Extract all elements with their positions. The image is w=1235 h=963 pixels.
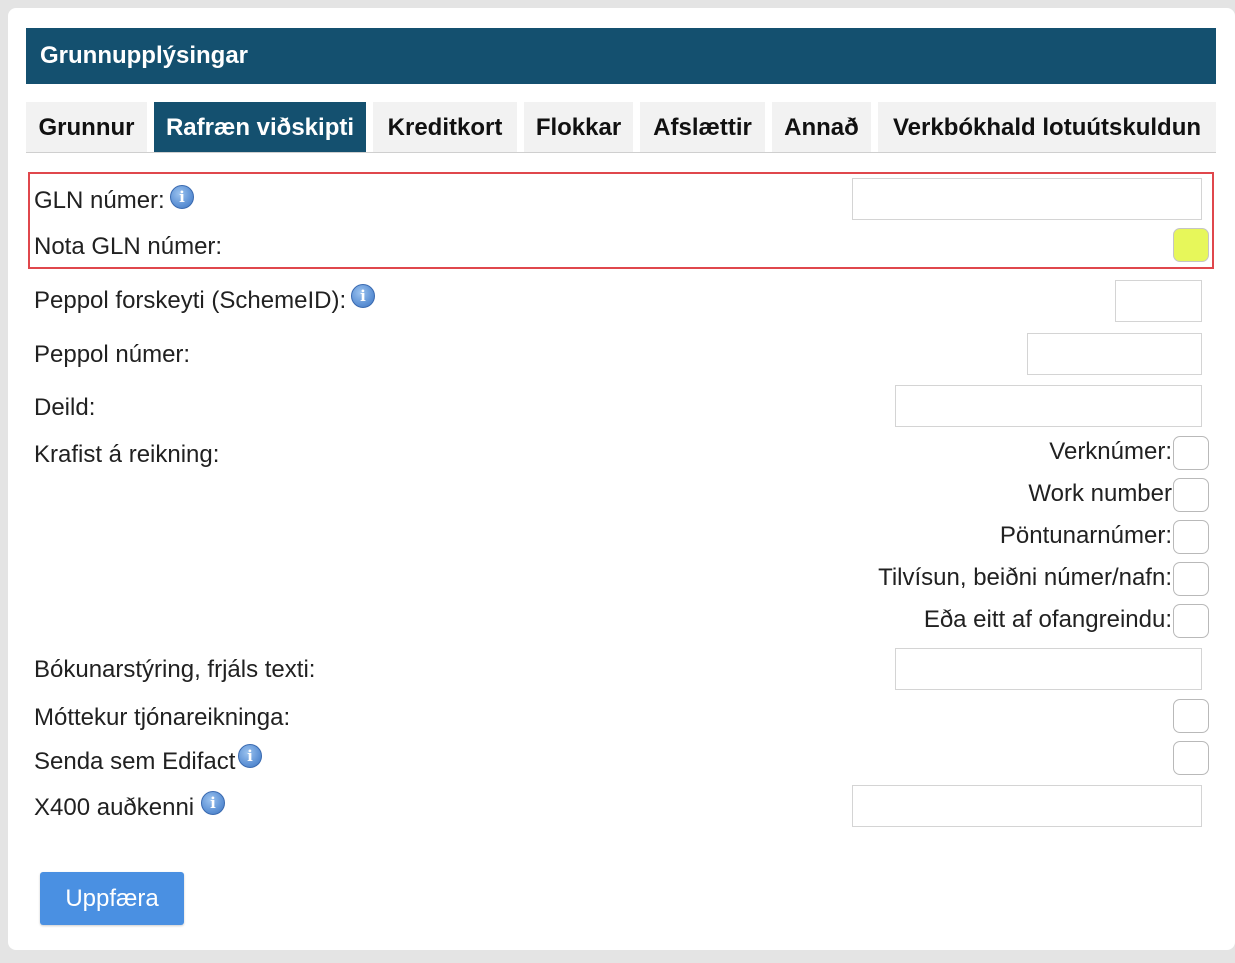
order-number-checkbox[interactable] [1173, 520, 1209, 554]
damage-invoices-checkbox[interactable] [1173, 699, 1209, 733]
tab-rafraen-vidskipti[interactable]: Rafræn viðskipti [154, 102, 366, 152]
gln-number-input[interactable] [852, 178, 1202, 220]
department-label: Deild: [34, 394, 96, 421]
order-number-label: Pöntunarnúmer: [999, 522, 1172, 549]
tab-kreditkort[interactable]: Kreditkort [373, 102, 517, 152]
peppol-prefix-label: Peppol forskeyti (SchemeID): [34, 287, 347, 314]
any-of-above-checkbox[interactable] [1173, 604, 1209, 638]
tab-bar: Grunnur Rafræn viðskipti Kreditkort Flok… [26, 102, 1216, 152]
tab-annad[interactable]: Annað [772, 102, 871, 152]
send-edifact-checkbox[interactable] [1173, 741, 1209, 775]
booking-control-label: Bókunarstýring, frjáls texti: [34, 656, 316, 683]
department-input[interactable] [895, 385, 1202, 427]
tab-grunnur[interactable]: Grunnur [26, 102, 147, 152]
work-number-is-checkbox[interactable] [1173, 436, 1209, 470]
peppol-number-input[interactable] [1027, 333, 1202, 375]
gln-number-label: GLN númer: [34, 187, 165, 214]
info-icon[interactable]: i [351, 284, 375, 308]
peppol-prefix-input[interactable] [1115, 280, 1202, 322]
reference-label: Tilvísun, beiðni númer/nafn: [878, 564, 1172, 591]
send-edifact-label: Senda sem Edifact [34, 748, 236, 775]
booking-control-input[interactable] [895, 648, 1202, 690]
reference-checkbox[interactable] [1173, 562, 1209, 596]
section-header: Grunnupplýsingar [26, 28, 1216, 84]
update-button[interactable]: Uppfæra [40, 872, 184, 925]
info-icon[interactable]: i [238, 744, 262, 768]
x400-label: X400 auðkenni [34, 794, 195, 821]
use-gln-checkbox[interactable] [1173, 228, 1209, 262]
damage-invoices-label: Móttekur tjónareikninga: [34, 704, 291, 731]
x400-input[interactable] [852, 785, 1202, 827]
tab-flokkar[interactable]: Flokkar [524, 102, 633, 152]
work-number-en-label: Work number [1028, 480, 1172, 507]
info-icon[interactable]: i [201, 791, 225, 815]
tab-afslaettir[interactable]: Afslættir [640, 102, 765, 152]
tab-divider [26, 152, 1216, 153]
section-title: Grunnupplýsingar [40, 42, 249, 69]
required-on-invoice-label: Krafist á reikning: [34, 441, 220, 468]
use-gln-label: Nota GLN númer: [34, 233, 223, 260]
work-number-en-checkbox[interactable] [1173, 478, 1209, 512]
peppol-number-label: Peppol númer: [34, 341, 191, 368]
tab-verkbokhald[interactable]: Verkbókhald lotuútskuldun [878, 102, 1216, 152]
any-of-above-label: Eða eitt af ofangreindu: [923, 606, 1172, 633]
info-icon[interactable]: i [170, 185, 194, 209]
work-number-is-label: Verknúmer: [1049, 438, 1172, 465]
